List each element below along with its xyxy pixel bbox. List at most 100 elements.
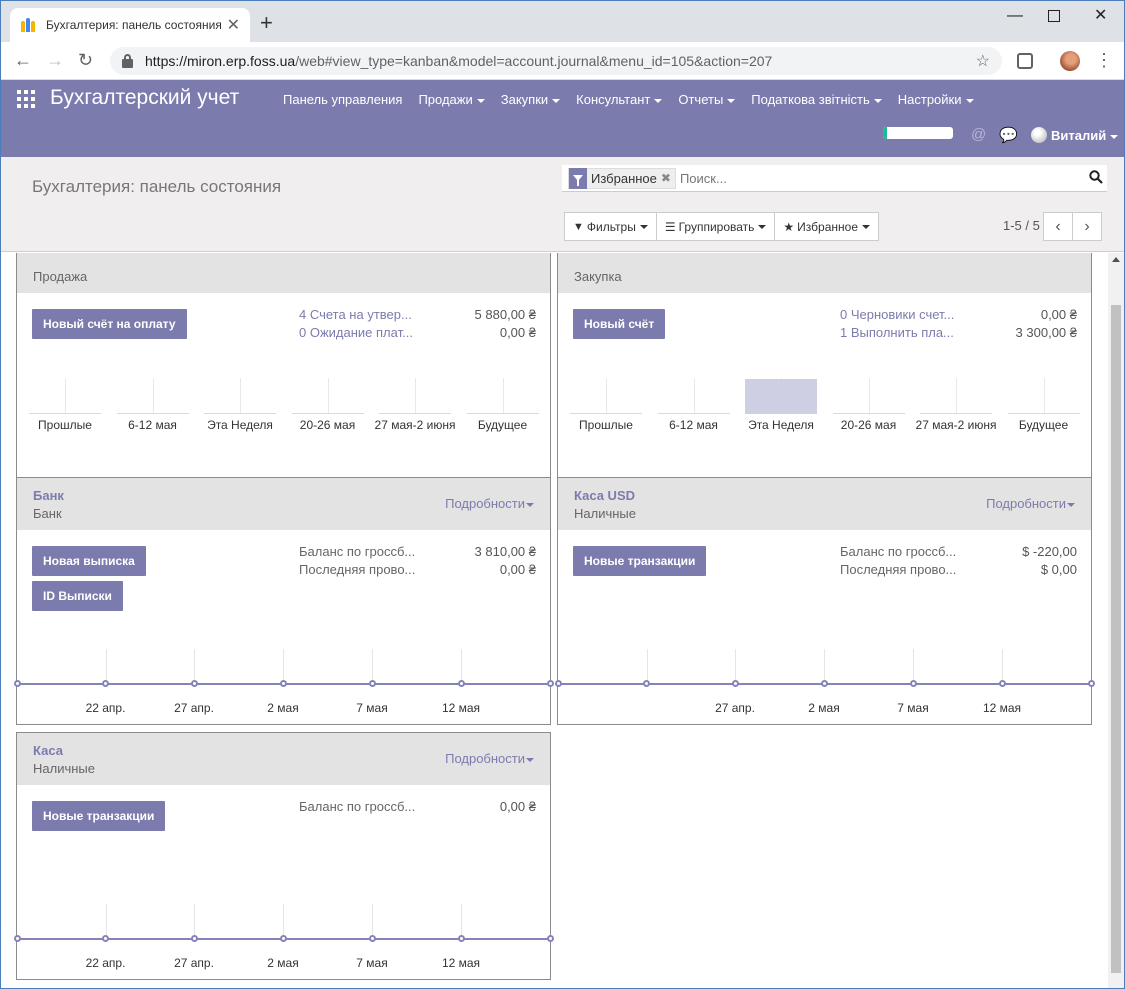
card-action-button[interactable]: Новый счёт на оплату xyxy=(32,309,187,339)
journal-name[interactable]: Банк xyxy=(33,488,64,503)
chart-point xyxy=(190,680,198,687)
pager-previous-button[interactable]: ‹ xyxy=(1043,212,1073,241)
chart-x-label: 27 мая-2 июня xyxy=(374,418,456,432)
chart-gridline xyxy=(461,904,462,938)
chat-icon[interactable]: 💬 xyxy=(999,126,1018,144)
search-facet[interactable]: Избранное ✖ xyxy=(568,167,676,189)
facet-label: Избранное xyxy=(591,170,657,186)
chart-x-label: Эта Неделя xyxy=(207,418,273,432)
browser-menu-icon[interactable]: ⋮ xyxy=(1095,50,1113,70)
forward-arrow-icon[interactable]: → xyxy=(46,50,64,70)
chart-gridline xyxy=(283,649,284,683)
chart-gridline xyxy=(913,649,914,683)
app-brand[interactable]: Бухгалтерский учет xyxy=(50,86,239,110)
line-chart: 27 апр. 2 мая 7 мая 12 мая xyxy=(554,646,1095,724)
mention-icon[interactable]: @ xyxy=(971,126,986,143)
page-title: Бухгалтерия: панель состояния xyxy=(32,177,282,196)
address-bar[interactable]: https://miron.erp.foss.ua/web#view_type=… xyxy=(110,47,1002,75)
reload-icon[interactable]: ↻ xyxy=(78,50,93,70)
star-icon: ★ xyxy=(783,219,795,234)
chart-x-label: Эта Неделя xyxy=(748,418,814,432)
line-chart: 22 апр. 27 апр. 2 мая 7 мая 12 мая xyxy=(13,646,554,724)
stat-label[interactable]: 0 Ожидание плат... xyxy=(299,325,413,340)
chart-point xyxy=(731,680,739,687)
user-menu[interactable]: Виталий xyxy=(1051,128,1119,143)
chart-x-label: 27 апр. xyxy=(715,701,755,715)
details-dropdown[interactable]: Подробности xyxy=(986,496,1075,511)
window-maximize-icon[interactable] xyxy=(1048,10,1060,22)
chart-x-label: 7 мая xyxy=(897,701,929,715)
menu-item-0[interactable]: Панель управления xyxy=(275,92,410,107)
pager-next-button[interactable]: › xyxy=(1072,212,1102,241)
stat-value: $ 0,00 xyxy=(1040,562,1077,577)
stat-value: 0,00 ₴ xyxy=(499,325,536,340)
details-dropdown[interactable]: Подробности xyxy=(445,751,534,766)
search-options: ▼ Фильтры ☰ Группировать ★ Избранное xyxy=(564,212,879,241)
favorites-dropdown[interactable]: ★ Избранное xyxy=(774,212,879,241)
scroll-up-icon[interactable] xyxy=(1112,257,1120,262)
facet-remove-icon[interactable]: ✖ xyxy=(661,171,671,185)
chart-gridline xyxy=(372,649,373,683)
menu-item-4[interactable]: Отчеты xyxy=(670,92,743,107)
scrollbar-thumb[interactable] xyxy=(1111,305,1121,973)
profile-avatar[interactable] xyxy=(1060,51,1080,71)
browser-tab[interactable]: Бухгалтерия: панель состояния ✕ xyxy=(10,8,250,42)
filters-dropdown[interactable]: ▼ Фильтры xyxy=(564,212,657,241)
new-tab-button[interactable]: + xyxy=(260,12,273,34)
bookmark-star-icon[interactable]: ☆ xyxy=(976,51,990,71)
search-input[interactable] xyxy=(679,170,1080,186)
journal-name[interactable]: Каса USD xyxy=(574,488,635,503)
chart-x-label: 12 мая xyxy=(441,956,481,970)
chart-x-label: 7 мая xyxy=(356,956,388,970)
tab-close-icon[interactable]: ✕ xyxy=(227,15,240,35)
stat-label[interactable]: 4 Счета на утвер... xyxy=(299,307,412,322)
stat-value: 0,00 ₴ xyxy=(1040,307,1077,322)
menu-item-1[interactable]: Продажи xyxy=(410,92,492,107)
control-panel: Бухгалтерия: панель состояния Избранное … xyxy=(1,157,1124,252)
chart-gridline xyxy=(693,378,695,414)
chart-point xyxy=(1087,680,1095,687)
chart-bar xyxy=(466,413,539,414)
extension-icon[interactable] xyxy=(1017,53,1033,69)
window-close-icon[interactable]: ✕ xyxy=(1094,6,1107,26)
details-dropdown[interactable]: Подробности xyxy=(445,496,534,511)
card-header: Продажа xyxy=(17,253,550,293)
main-navbar: Бухгалтерский учет Панель управления Прод… xyxy=(1,80,1124,157)
chart-gridline xyxy=(372,904,373,938)
chevron-down-icon xyxy=(552,98,561,103)
card-action-button[interactable]: ID Выписки xyxy=(32,581,123,611)
chart-x-label: 20-26 мая xyxy=(299,418,356,432)
menu-item-3[interactable]: Консультант xyxy=(568,92,670,107)
journal-name[interactable]: Каса xyxy=(33,743,63,758)
chart-gridline xyxy=(868,378,870,414)
journal-card: Каса USD Наличные Подробности Новые транзак… xyxy=(554,477,1095,725)
back-arrow-icon[interactable]: ← xyxy=(14,50,32,70)
search-icon[interactable] xyxy=(1089,170,1103,184)
user-avatar[interactable] xyxy=(1031,127,1047,143)
chart-bar xyxy=(832,413,905,414)
chart-x-label: Будущее xyxy=(1018,418,1069,432)
chart-bar xyxy=(204,413,276,414)
card-action-button[interactable]: Новые транзакции xyxy=(32,801,166,831)
menu-item-2[interactable]: Закупки xyxy=(493,92,568,107)
stat-label[interactable]: 0 Черновики счет... xyxy=(840,307,954,322)
window-minimize-icon[interactable]: — xyxy=(1007,6,1023,26)
chart-point xyxy=(546,680,554,687)
journal-card: Продажа Новый счёт на оплату 4 Счета на ут… xyxy=(16,253,551,488)
card-action-button[interactable]: Новая выписка xyxy=(32,546,146,576)
chart-point xyxy=(13,680,21,687)
menu-item-6[interactable]: Настройки xyxy=(890,92,982,107)
menu-item-5[interactable]: Податкова звітність xyxy=(743,92,889,107)
stat-label[interactable]: 1 Выполнить пла... xyxy=(840,325,954,340)
bar-chart: Прошлые 6-12 мая Эта Неделя 20-26 мая 27 мая… xyxy=(570,378,1080,438)
vertical-scrollbar[interactable] xyxy=(1108,253,1124,989)
details-label: Подробности xyxy=(445,496,525,511)
card-action-button[interactable]: Новый счёт xyxy=(573,309,666,339)
card-action-button[interactable]: Новые транзакции xyxy=(573,546,707,576)
chart-bar xyxy=(570,413,642,414)
journal-type: Наличные xyxy=(574,506,636,521)
chart-point xyxy=(457,680,465,687)
apps-grid-icon[interactable] xyxy=(17,90,35,108)
chevron-down-icon xyxy=(1067,502,1075,507)
group-by-dropdown[interactable]: ☰ Группировать xyxy=(655,212,776,241)
